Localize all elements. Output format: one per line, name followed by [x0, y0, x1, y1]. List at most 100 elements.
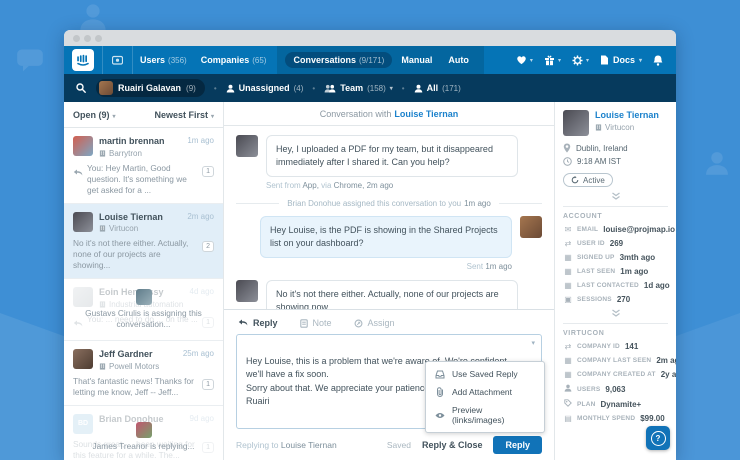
replying-overlay: James Treanor is replying...: [64, 406, 223, 460]
sessions-icon: ▣: [563, 296, 573, 304]
content-area: Open (9)▾ Newest First▾ martin brennan B…: [64, 102, 676, 460]
contact-company: Barrytron: [109, 149, 142, 158]
window-control-minimize[interactable]: [84, 35, 91, 42]
conversation-list-item[interactable]: Jeff Gardner Powell Motors 25m ago That'…: [64, 341, 223, 406]
gift-icon: [544, 55, 555, 66]
sort-label: Newest First: [154, 110, 208, 120]
conversation-list-item-selected[interactable]: Louise Tiernan Virtucon 2m ago No it's n…: [64, 204, 223, 280]
meta-browser: Chrome,: [334, 181, 365, 190]
message-meta: Sent 1m ago: [236, 262, 512, 271]
envelope-icon: ✉: [563, 226, 573, 234]
conversation-list-item[interactable]: BD Brian Donohue 9d ago Sounds great, ..…: [64, 406, 223, 460]
window-control-close[interactable]: [73, 35, 80, 42]
reply-and-close-button[interactable]: Reply & Close: [422, 440, 483, 450]
calendar-icon: ▦: [563, 268, 573, 276]
collapse-section-control[interactable]: [563, 192, 668, 202]
filter-all-count: (171): [442, 84, 461, 93]
contact-company: Powell Motors: [109, 362, 159, 371]
settings-menu[interactable]: ▾: [572, 55, 589, 66]
detail-row-last-contacted: ▦ LAST CONTACTED 1d ago: [563, 281, 668, 290]
plan-tag-icon: [563, 399, 573, 409]
conversation-list-item[interactable]: martin brennan Barrytron 1m ago You: Hey…: [64, 128, 223, 204]
heart-icon: [516, 55, 527, 65]
detail-label: COMPANY ID: [577, 343, 620, 350]
contact-name: Jeff Gardner: [99, 349, 159, 360]
detail-row-plan: PLAN Dynamite+: [563, 399, 668, 409]
message-meta: Sent from App, via Chrome, 2m ago: [266, 181, 542, 190]
nav-conversations-label: Conversations: [293, 55, 356, 65]
help-button[interactable]: ?: [646, 426, 670, 450]
detail-row-last-seen: ▦ LAST SEEN 1m ago: [563, 267, 668, 276]
intercom-logo[interactable]: [72, 49, 94, 71]
assignment-event-time: 1m ago: [464, 199, 491, 208]
filter-team-count: (158): [367, 84, 386, 93]
tab-reply[interactable]: Reply: [238, 318, 278, 328]
calendar-icon: ▦: [563, 282, 573, 290]
chevron-down-icon: ▾: [639, 57, 642, 64]
menu-item-preview[interactable]: Preview (links/images): [426, 401, 544, 429]
menu-item-add-attachment[interactable]: Add Attachment: [426, 383, 544, 401]
avatar: [73, 212, 93, 232]
calendar-icon: ▦: [563, 357, 573, 365]
heart-menu[interactable]: ▾: [516, 55, 533, 65]
collapse-section-control[interactable]: [563, 309, 668, 319]
menu-item-use-saved-reply[interactable]: Use Saved Reply: [426, 365, 544, 383]
detail-value[interactable]: louise@projmap.io: [603, 225, 675, 234]
nav-companies-label: Companies: [201, 55, 250, 65]
nav-conversations[interactable]: Conversations (9/171): [285, 52, 392, 68]
composer-options-chevron-icon[interactable]: ▾: [531, 339, 535, 350]
avatar: [99, 81, 113, 95]
reply-button[interactable]: Reply: [493, 436, 542, 454]
tab-note[interactable]: Note: [300, 318, 332, 328]
avatar: [236, 280, 258, 302]
saved-reply-icon: [435, 370, 445, 379]
filter-all[interactable]: All (171): [414, 83, 461, 93]
nav-manual[interactable]: Manual: [394, 55, 439, 65]
id-icon: ⇄: [563, 343, 573, 351]
docs-menu[interactable]: Docs ▾: [600, 55, 642, 65]
primary-navbar: Users (356) Companies (65) Conversations…: [64, 46, 676, 74]
tab-reply-label: Reply: [253, 318, 278, 328]
message-from-user: No it's not there either. Actually, none…: [236, 280, 542, 309]
filter-unassigned[interactable]: Unassigned (4): [226, 83, 304, 93]
status-badge-label: Active: [583, 176, 605, 185]
window-control-zoom[interactable]: [95, 35, 102, 42]
clock-icon: [563, 157, 572, 166]
filter-assigned-to-me[interactable]: Ruairi Galavan (9): [96, 79, 205, 97]
detail-value: 269: [610, 239, 623, 248]
background-chat-bubble-icon: [16, 48, 44, 72]
app-window: Users (356) Companies (65) Conversations…: [64, 30, 676, 460]
profile-company[interactable]: Virtucon: [605, 123, 634, 132]
replying-to-name: Louise Tiernan: [281, 440, 337, 450]
app-switcher-icon[interactable]: [112, 55, 123, 65]
double-chevron-icon: [611, 192, 621, 200]
profile-name[interactable]: Louise Tiernan: [595, 110, 659, 121]
location-pin-icon: [563, 143, 571, 153]
search-button[interactable]: [76, 83, 86, 93]
detail-row-company-id: ⇄ COMPANY ID 141: [563, 342, 668, 351]
conversation-time: 1m ago: [187, 136, 214, 145]
conversation-list-item[interactable]: Eoin Hennessy Industrial automation 4d a…: [64, 279, 223, 341]
open-filter-dropdown[interactable]: Open (9)▾: [73, 110, 116, 120]
dot-separator: •: [312, 84, 315, 93]
detail-row-signed-up: ▦ SIGNED UP 3mth ago: [563, 253, 668, 262]
tab-assign[interactable]: Assign: [354, 318, 395, 328]
detail-value: 3mth ago: [620, 253, 656, 262]
gift-menu[interactable]: ▾: [544, 55, 561, 66]
chevron-down-icon: ▾: [530, 57, 533, 64]
profile-card: Louise Tiernan Virtucon: [563, 110, 668, 136]
nav-conversations-count: (9/171): [359, 56, 384, 65]
divider: [563, 206, 668, 207]
nav-users[interactable]: Users (356): [133, 55, 194, 65]
filter-team[interactable]: Team (158) ▾: [324, 83, 393, 93]
conversation-header-name[interactable]: Louise Tiernan: [394, 109, 458, 119]
company-icon: [99, 225, 106, 232]
company-icon: [595, 124, 602, 131]
nav-companies[interactable]: Companies (65): [194, 55, 274, 65]
draft-saved-status: Saved: [387, 440, 411, 450]
avatar: [236, 135, 258, 157]
detail-value: 9,063: [605, 385, 625, 394]
sort-dropdown[interactable]: Newest First▾: [154, 110, 214, 120]
notifications-button[interactable]: [653, 55, 663, 66]
nav-auto[interactable]: Auto: [441, 55, 476, 65]
